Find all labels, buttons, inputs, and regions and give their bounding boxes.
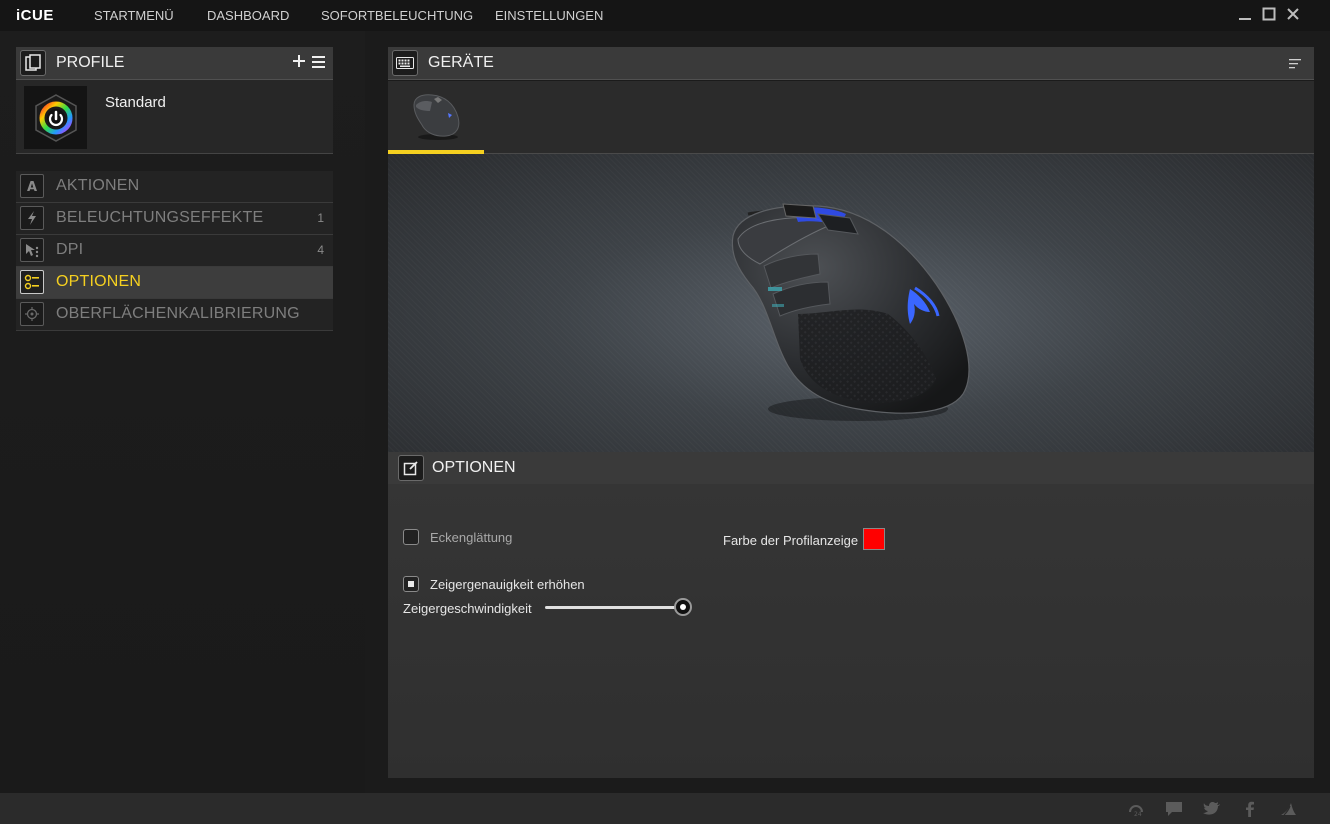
pointer-speed-label: Zeigergeschwindigkeit (403, 601, 532, 616)
profile-color-label: Farbe der Profilanzeige (723, 533, 859, 548)
menu-item-label: OPTIONEN (56, 273, 142, 290)
device-tab-mouse[interactable] (388, 81, 484, 154)
profile-item-standard[interactable]: Standard (16, 80, 333, 154)
options-header: OPTIONEN (388, 452, 1314, 485)
twitter-icon[interactable] (1203, 801, 1221, 817)
options-panel (388, 484, 1314, 778)
footer-bar: 24 (0, 793, 1330, 824)
menu-item-aktionen[interactable]: A AKTIONEN (16, 171, 333, 203)
menu-item-label: AKTIONEN (56, 177, 140, 194)
plus-icon[interactable] (292, 54, 306, 68)
edit-icon (398, 455, 424, 481)
corsair-icon[interactable] (1279, 801, 1297, 817)
mouse-device-image (731, 203, 970, 421)
menu-item-count: 1 (317, 211, 324, 225)
profiles-icon (20, 50, 46, 76)
profiles-header: PROFILE (16, 47, 333, 80)
pointer-speed-slider-handle[interactable] (674, 598, 692, 616)
keyboard-icon (392, 50, 418, 76)
menu-item-label: BELEUCHTUNGSEFFEKTE (56, 209, 264, 226)
pointer-speed-slider-track[interactable] (545, 606, 683, 609)
top-bar: iCUE STARTMENÜ DASHBOARD SOFORTBELEUCHTU… (0, 0, 1330, 31)
svg-text:A: A (27, 180, 37, 193)
menu-item-optionen[interactable]: OPTIONEN (16, 267, 333, 299)
devices-bar (388, 81, 1314, 154)
icue-logo (24, 86, 87, 149)
menu-item-label: DPI (56, 241, 84, 258)
nav-settings[interactable]: EINSTELLUNGEN (495, 8, 603, 23)
menu-item-count: 4 (317, 243, 324, 257)
menu-item-label: OBERFLÄCHENKALIBRIERUNG (56, 305, 300, 322)
list-menu-icon[interactable] (1289, 57, 1303, 69)
menu-item-beleuchtungseffekte[interactable]: BELEUCHTUNGSEFFEKTE 1 (16, 203, 333, 235)
angle-snapping-label: Eckenglättung (430, 530, 513, 545)
profile-color-swatch[interactable] (863, 528, 885, 550)
hamburger-icon[interactable] (312, 55, 326, 69)
enhance-precision-checkbox[interactable] (403, 576, 419, 592)
mouse-device-icon (408, 91, 464, 146)
nav-startmenu[interactable]: STARTMENÜ (94, 8, 174, 23)
letter-a-icon: A (20, 174, 44, 198)
support-24-icon[interactable]: 24 (1127, 801, 1145, 818)
svg-text:24: 24 (1134, 811, 1142, 817)
close-icon[interactable] (1286, 7, 1300, 21)
crosshair-icon (20, 302, 44, 326)
angle-snapping-checkbox[interactable] (403, 529, 419, 545)
chat-icon[interactable] (1165, 801, 1183, 817)
maximize-icon[interactable] (1262, 7, 1276, 21)
profile-name: Standard (105, 94, 166, 111)
options-icon (20, 270, 44, 294)
devices-title: GERÄTE (428, 54, 494, 71)
nav-dashboard[interactable]: DASHBOARD (207, 8, 289, 23)
profiles-title: PROFILE (56, 54, 125, 71)
minimize-icon[interactable] (1238, 7, 1252, 21)
nav-instant-lighting[interactable]: SOFORTBELEUCHTUNG (321, 8, 473, 23)
app-logo: iCUE (16, 7, 54, 24)
facebook-icon[interactable] (1241, 801, 1259, 817)
cursor-dpi-icon (20, 238, 44, 262)
menu-item-oberflaechenkalibrierung[interactable]: OBERFLÄCHENKALIBRIERUNG (16, 299, 333, 331)
menu-item-dpi[interactable]: DPI 4 (16, 235, 333, 267)
device-preview (388, 154, 1314, 452)
enhance-precision-label: Zeigergenauigkeit erhöhen (430, 577, 585, 592)
options-title: OPTIONEN (432, 459, 516, 476)
devices-header: GERÄTE (388, 47, 1314, 80)
lightning-icon (20, 206, 44, 230)
